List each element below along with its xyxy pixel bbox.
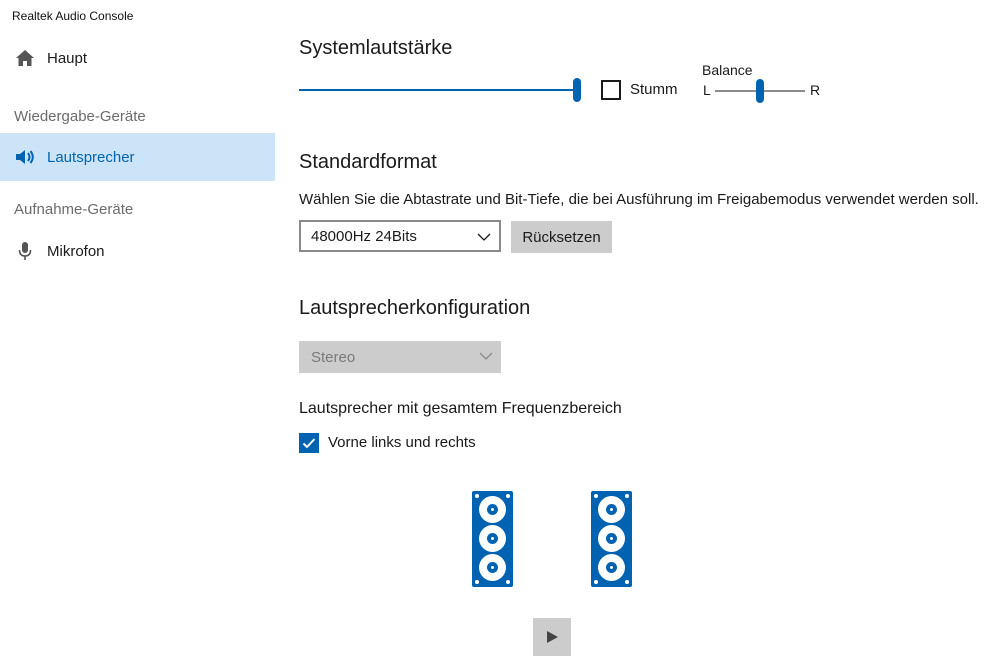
chevron-down-icon xyxy=(477,233,491,241)
format-description: Wählen Sie die Abtastrate und Bit-Tiefe,… xyxy=(299,191,979,208)
right-speaker-icon[interactable] xyxy=(591,491,632,587)
checkmark-icon xyxy=(302,438,316,449)
sidebar-item-label: Lautsprecher xyxy=(47,148,135,166)
sidebar-item-mikrofon[interactable]: Mikrofon xyxy=(0,227,275,275)
play-icon xyxy=(547,631,558,643)
balance-label: Balance xyxy=(702,62,753,78)
sidebar-header-playback: Wiedergabe-Geräte xyxy=(14,108,146,125)
balance-left-label: L xyxy=(703,82,711,98)
mute-label: Stumm xyxy=(630,81,678,98)
microphone-icon xyxy=(13,239,37,263)
volume-slider-thumb[interactable] xyxy=(573,78,581,102)
sidebar-item-haupt[interactable]: Haupt xyxy=(0,34,275,82)
balance-right-label: R xyxy=(810,82,821,98)
speaker-config-select: Stereo xyxy=(299,341,501,373)
sidebar-item-label: Haupt xyxy=(47,49,88,67)
sidebar: Haupt Wiedergabe-Geräte Lautsprecher Auf… xyxy=(0,34,275,664)
volume-slider-track[interactable] xyxy=(299,89,577,91)
left-speaker-icon[interactable] xyxy=(472,491,513,587)
speaker-config-value: Stereo xyxy=(311,348,356,366)
home-icon xyxy=(13,46,37,70)
balance-slider-thumb[interactable] xyxy=(756,79,764,103)
config-title: Lautsprecherkonfiguration xyxy=(299,297,531,319)
main-content: Systemlautstärke Stumm Balance L R Stand… xyxy=(299,0,989,664)
window-title: Realtek Audio Console xyxy=(12,9,134,23)
reset-button[interactable]: Rücksetzen xyxy=(511,221,612,253)
front-lr-checkbox[interactable] xyxy=(299,433,319,453)
test-play-button[interactable] xyxy=(533,618,571,656)
fullrange-label: Lautsprecher mit gesamtem Frequenzbereic… xyxy=(299,400,622,417)
speaker-icon xyxy=(13,145,37,169)
format-select[interactable]: 48000Hz 24Bits xyxy=(299,220,501,252)
sidebar-item-lautsprecher[interactable]: Lautsprecher xyxy=(0,133,275,181)
sidebar-header-recording: Aufnahme-Geräte xyxy=(14,201,134,218)
format-select-value: 48000Hz 24Bits xyxy=(311,227,417,245)
volume-title: Systemlautstärke xyxy=(299,37,453,59)
format-title: Standardformat xyxy=(299,151,437,173)
chevron-down-icon xyxy=(479,352,493,360)
front-lr-label: Vorne links und rechts xyxy=(328,434,476,451)
sidebar-item-label: Mikrofon xyxy=(47,242,105,260)
mute-checkbox[interactable] xyxy=(601,80,621,100)
